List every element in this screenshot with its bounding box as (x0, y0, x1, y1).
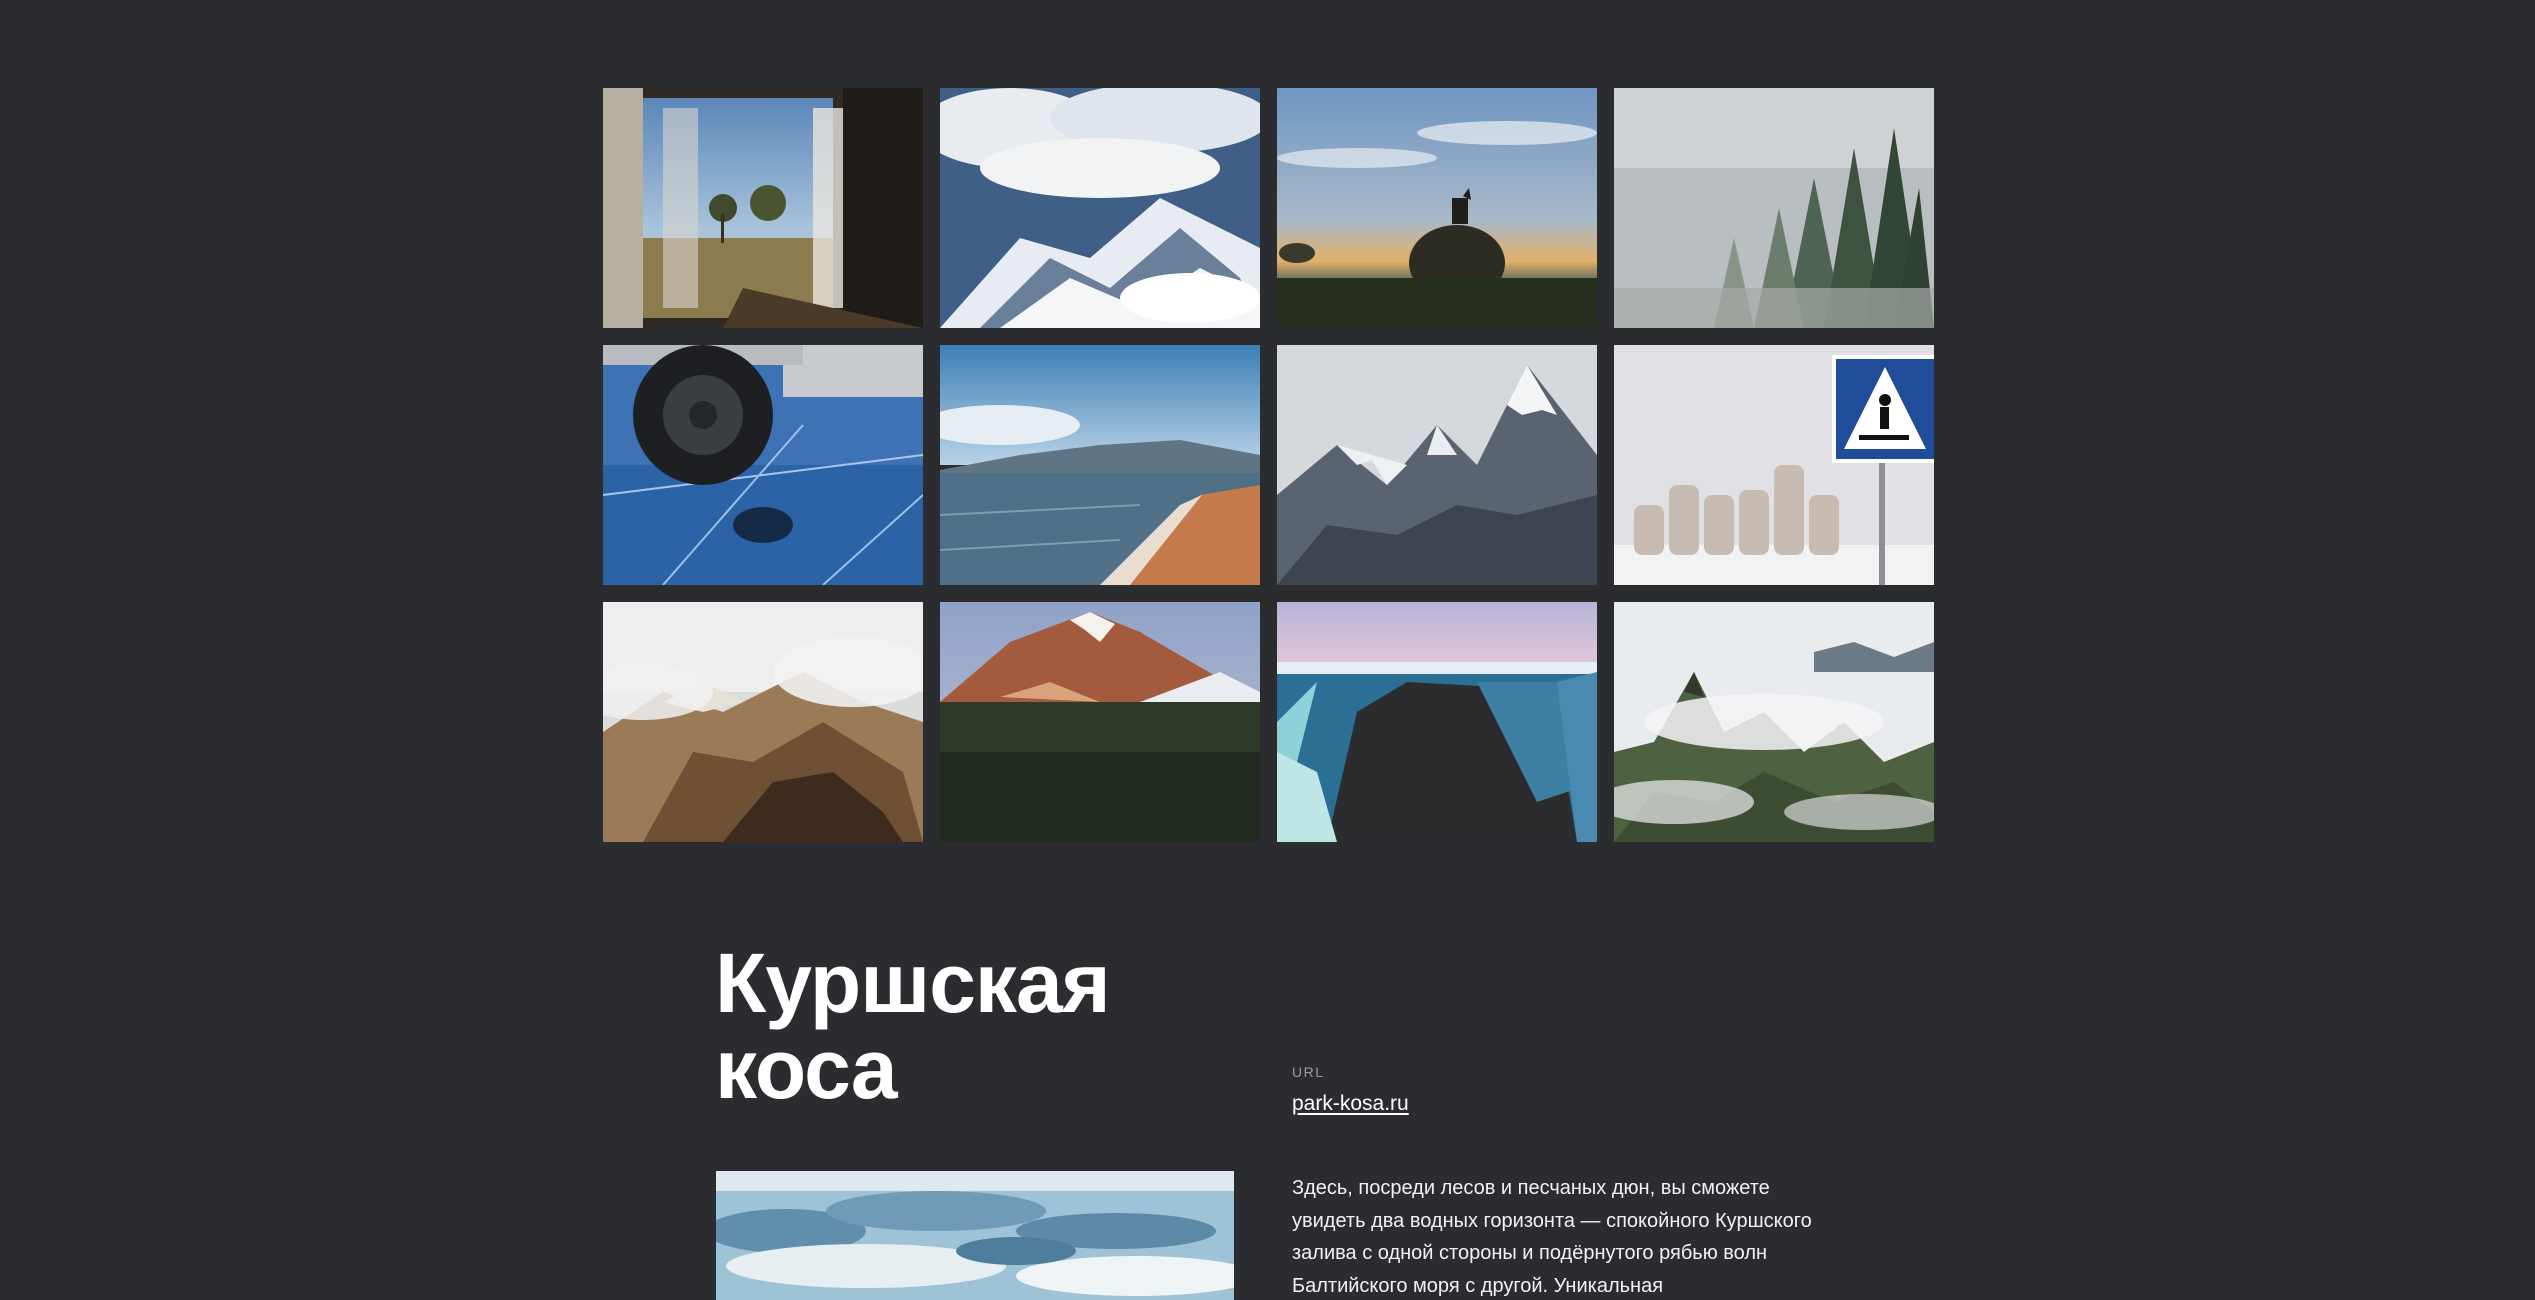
misty-peaks-photo (1614, 602, 1934, 842)
train-window-photo (603, 88, 923, 328)
lake-beach-photo (940, 345, 1260, 585)
gallery-item-train-window[interactable] (603, 88, 923, 328)
article-feature-image (716, 1171, 1234, 1300)
gallery-item-car-wheel-ice[interactable] (603, 345, 923, 585)
clouds-mountains-photo (940, 88, 1260, 328)
article-title: Куршская коса (715, 940, 1235, 1112)
url-label: URL (1292, 1064, 1325, 1080)
gallery-item-coastal-cliff[interactable] (1277, 602, 1597, 842)
volcanic-valley-fog-photo (603, 602, 923, 842)
snowy-peaks-photo (1277, 345, 1597, 585)
gallery-item-dog-haystack[interactable] (1277, 88, 1597, 328)
gallery-item-snowy-peaks[interactable] (1277, 345, 1597, 585)
article-description: Здесь, посреди лесов и песчаных дюн, вы … (1292, 1177, 1812, 1297)
photo-gallery (603, 88, 1934, 842)
crosswalk-sign-tetrapods-photo (1614, 345, 1934, 585)
volcano-sunset-photo (940, 602, 1260, 842)
website-link[interactable]: park-kosa.ru (1292, 1092, 1409, 1116)
dog-on-haystack-photo (1277, 88, 1597, 328)
article-title-line-1: Куршская (715, 936, 1111, 1030)
gallery-item-volcanic-valley[interactable] (603, 602, 923, 842)
foggy-forest-photo (1614, 88, 1934, 328)
gallery-item-misty-peaks[interactable] (1614, 602, 1934, 842)
gallery-item-clouds-mountains[interactable] (940, 88, 1260, 328)
page: Куршская коса URL park-kosa.ru Здесь, по… (0, 0, 2535, 1300)
gallery-item-crosswalk-tetrapods[interactable] (1614, 345, 1934, 585)
cloudy-sky-photo (716, 1171, 1234, 1300)
gallery-item-foggy-forest[interactable] (1614, 88, 1934, 328)
coastal-cliff-photo (1277, 602, 1597, 842)
gallery-item-lake-beach[interactable] (940, 345, 1260, 585)
article-title-line-2: коса (715, 1022, 898, 1116)
car-wheel-on-ice-photo (603, 345, 923, 585)
gallery-item-volcano-sunset[interactable] (940, 602, 1260, 842)
